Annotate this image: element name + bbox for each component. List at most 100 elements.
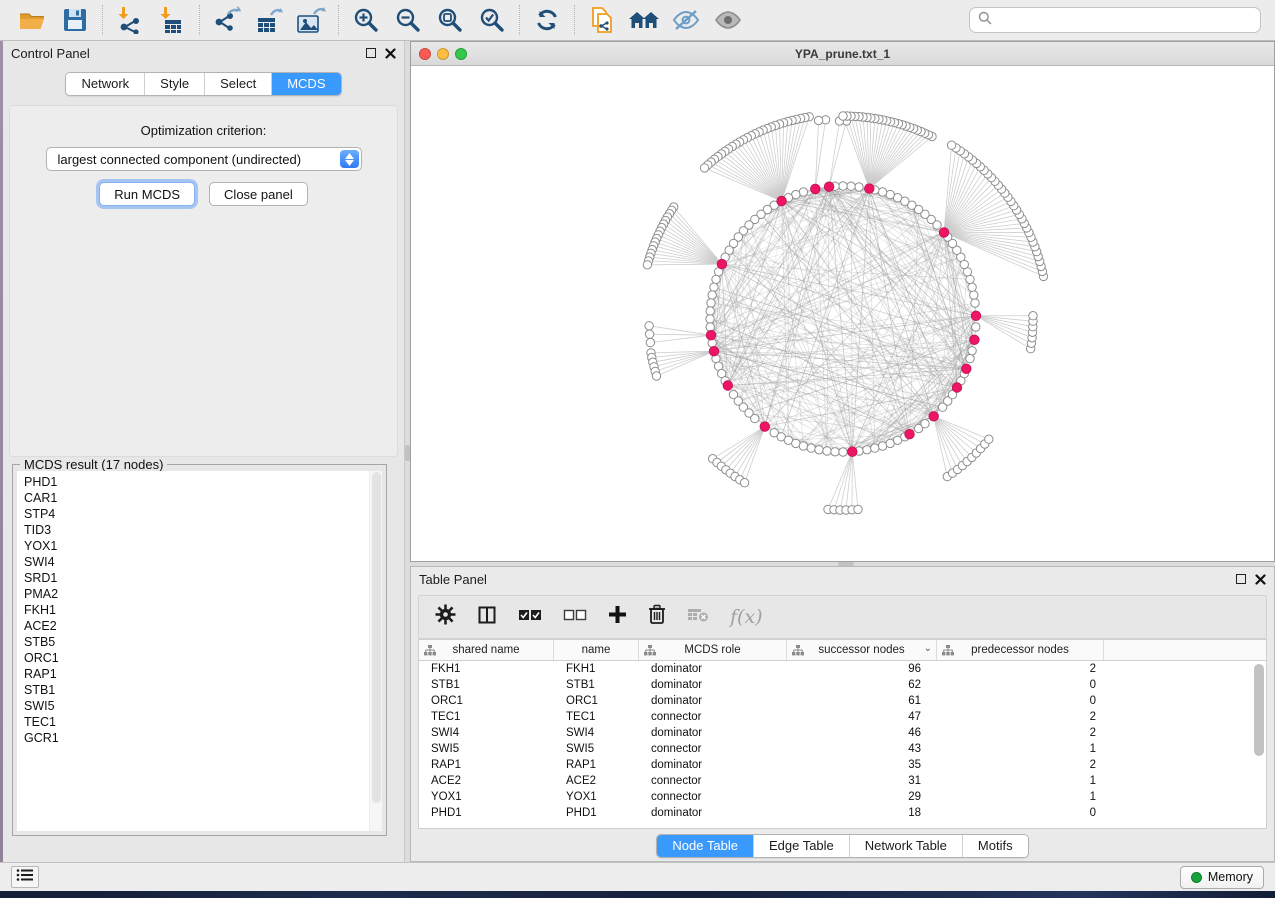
table-row[interactable]: YOX1YOX1connector291	[419, 789, 1266, 805]
network-canvas[interactable]	[411, 66, 1274, 561]
float-panel-icon[interactable]	[366, 48, 376, 58]
mcds-result-item[interactable]: STB5	[24, 634, 382, 650]
hide-selected-button[interactable]	[668, 3, 704, 37]
mcds-result-item[interactable]: YOX1	[24, 538, 382, 554]
cell-predecessor-nodes: 2	[937, 661, 1104, 677]
deselect-all-button[interactable]	[563, 608, 587, 627]
search-box[interactable]	[969, 7, 1261, 33]
delete-column-button[interactable]	[648, 604, 666, 630]
tab-network[interactable]: Network	[66, 73, 144, 95]
tab-select[interactable]: Select	[204, 73, 271, 95]
export-network-button[interactable]	[209, 3, 245, 37]
tab-mcds[interactable]: MCDS	[271, 73, 340, 95]
close-panel-button[interactable]: Close panel	[209, 182, 308, 206]
mcds-result-item[interactable]: SWI4	[24, 554, 382, 570]
mcds-result-item[interactable]: SWI5	[24, 698, 382, 714]
network-view-window: YPA_prune.txt_1	[410, 41, 1275, 562]
tab-style[interactable]: Style	[144, 73, 204, 95]
tab-motifs[interactable]: Motifs	[962, 835, 1028, 857]
show-all-button[interactable]	[710, 3, 746, 37]
network-graph[interactable]	[411, 66, 1273, 560]
cell-name: FKH1	[554, 661, 639, 677]
optimization-criterion-label: Optimization criterion:	[10, 106, 397, 138]
show-columns-button[interactable]	[477, 605, 497, 630]
export-image-button[interactable]	[293, 3, 329, 37]
mcds-result-item[interactable]: GCR1	[24, 730, 382, 746]
zoom-selected-button[interactable]	[474, 3, 510, 37]
clone-network-button[interactable]	[584, 3, 620, 37]
network-window-titlebar[interactable]: YPA_prune.txt_1	[411, 42, 1274, 66]
float-panel-icon[interactable]	[1236, 574, 1246, 584]
refresh-view-button[interactable]	[529, 3, 565, 37]
add-column-button[interactable]	[608, 605, 627, 629]
save-session-button[interactable]	[57, 3, 93, 37]
table-row[interactable]: ORC1ORC1dominator610	[419, 693, 1266, 709]
close-window-icon[interactable]	[419, 48, 431, 60]
mcds-result-item[interactable]: STP4	[24, 506, 382, 522]
plus-icon	[608, 605, 627, 629]
mcds-result-item[interactable]: SRD1	[24, 570, 382, 586]
cell-predecessor-nodes: 0	[937, 693, 1104, 709]
cell-shared-name: RAP1	[419, 757, 554, 773]
cell-shared-name: STB1	[419, 677, 554, 693]
cell-name: STB1	[554, 677, 639, 693]
minimize-window-icon[interactable]	[437, 48, 449, 60]
open-session-button[interactable]	[15, 3, 51, 37]
tab-network-table[interactable]: Network Table	[849, 835, 962, 857]
mcds-list-scrollbar[interactable]	[369, 471, 382, 831]
column-header-successor-nodes[interactable]: successor nodes⌄	[787, 640, 937, 660]
import-table-icon	[157, 6, 187, 34]
import-table-button[interactable]	[154, 3, 190, 37]
export-table-button[interactable]	[251, 3, 287, 37]
first-neighbors-button[interactable]	[626, 3, 662, 37]
import-network-button[interactable]	[112, 3, 148, 37]
mcds-result-item[interactable]: PHD1	[24, 474, 382, 490]
table-row[interactable]: PHD1PHD1dominator180	[419, 805, 1266, 821]
mcds-result-item[interactable]: STB1	[24, 682, 382, 698]
export-image-icon	[295, 6, 327, 34]
close-panel-icon[interactable]	[1255, 574, 1266, 585]
select-all-button[interactable]	[518, 608, 542, 627]
mcds-result-item[interactable]: ORC1	[24, 650, 382, 666]
mcds-result-item[interactable]: RAP1	[24, 666, 382, 682]
table-row[interactable]: STB1STB1dominator620	[419, 677, 1266, 693]
run-mcds-button[interactable]: Run MCDS	[99, 182, 195, 206]
gear-icon	[435, 604, 456, 630]
table-row[interactable]: SWI5SWI5connector431	[419, 741, 1266, 757]
table-body: FKH1FKH1dominator962STB1STB1dominator620…	[419, 661, 1266, 821]
column-header-shared-name[interactable]: shared name	[419, 640, 554, 660]
table-row[interactable]: ACE2ACE2connector311	[419, 773, 1266, 789]
column-header-predecessor-nodes[interactable]: predecessor nodes	[937, 640, 1104, 660]
table-row[interactable]: TEC1TEC1connector472	[419, 709, 1266, 725]
tab-node-table[interactable]: Node Table	[657, 835, 753, 857]
table-row[interactable]: FKH1FKH1dominator962	[419, 661, 1266, 677]
control-panel: Control Panel NetworkStyleSelectMCDS Opt…	[3, 41, 405, 862]
zoom-out-button[interactable]	[390, 3, 426, 37]
search-input[interactable]	[998, 13, 1252, 28]
task-history-button[interactable]	[11, 866, 39, 888]
zoom-fit-button[interactable]	[432, 3, 468, 37]
mcds-result-item[interactable]: FKH1	[24, 602, 382, 618]
zoom-in-button[interactable]	[348, 3, 384, 37]
column-header-MCDS-role[interactable]: MCDS role	[639, 640, 787, 660]
close-panel-icon[interactable]	[385, 48, 396, 59]
criterion-select[interactable]: largest connected component (undirected)	[46, 147, 362, 171]
cell-successor-nodes: 96	[787, 661, 937, 677]
cell-successor-nodes: 47	[787, 709, 937, 725]
table-settings-button[interactable]	[435, 604, 456, 630]
column-header-name[interactable]: name	[554, 640, 639, 660]
main-toolbar	[0, 0, 1275, 41]
table-row[interactable]: RAP1RAP1dominator352	[419, 757, 1266, 773]
unchecked-boxes-icon	[563, 608, 587, 627]
function-builder-button: f(x)	[730, 606, 763, 628]
mcds-result-item[interactable]: ACE2	[24, 618, 382, 634]
mcds-result-item[interactable]: TEC1	[24, 714, 382, 730]
mcds-result-item[interactable]: CAR1	[24, 490, 382, 506]
mcds-result-item[interactable]: PMA2	[24, 586, 382, 602]
table-scrollbar[interactable]	[1254, 664, 1264, 756]
table-row[interactable]: SWI4SWI4dominator462	[419, 725, 1266, 741]
memory-button[interactable]: Memory	[1180, 866, 1264, 889]
maximize-window-icon[interactable]	[455, 48, 467, 60]
tab-edge-table[interactable]: Edge Table	[753, 835, 849, 857]
mcds-result-item[interactable]: TID3	[24, 522, 382, 538]
